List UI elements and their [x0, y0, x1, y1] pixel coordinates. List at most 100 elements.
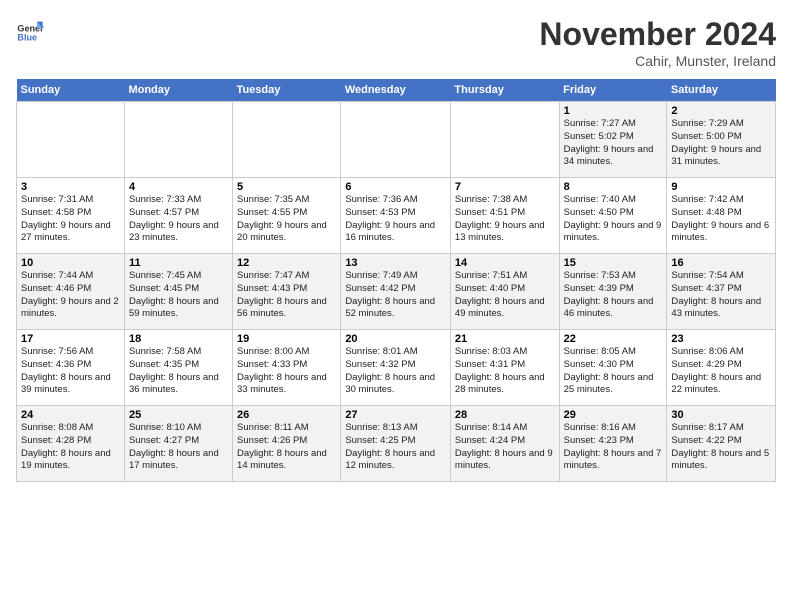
day-number: 18 [129, 333, 228, 345]
day-info: Sunrise: 8:01 AM Sunset: 4:32 PM Dayligh… [345, 346, 446, 397]
day-number: 20 [345, 333, 446, 345]
day-cell: 8Sunrise: 7:40 AM Sunset: 4:50 PM Daylig… [559, 178, 667, 254]
week-row-3: 17Sunrise: 7:56 AM Sunset: 4:36 PM Dayli… [17, 330, 776, 406]
title-block: November 2024 Cahir, Munster, Ireland [539, 16, 776, 69]
day-cell: 20Sunrise: 8:01 AM Sunset: 4:32 PM Dayli… [341, 330, 451, 406]
day-info: Sunrise: 7:38 AM Sunset: 4:51 PM Dayligh… [455, 194, 555, 245]
day-number: 27 [345, 409, 446, 421]
day-info: Sunrise: 7:42 AM Sunset: 4:48 PM Dayligh… [671, 194, 771, 245]
day-cell: 12Sunrise: 7:47 AM Sunset: 4:43 PM Dayli… [233, 254, 341, 330]
day-info: Sunrise: 8:13 AM Sunset: 4:25 PM Dayligh… [345, 422, 446, 473]
svg-text:Blue: Blue [17, 33, 37, 43]
col-friday: Friday [559, 79, 667, 102]
day-number: 25 [129, 409, 228, 421]
day-cell [233, 102, 341, 178]
day-number: 19 [237, 333, 336, 345]
day-number: 13 [345, 257, 446, 269]
logo: General Blue [16, 16, 44, 44]
day-cell [450, 102, 559, 178]
day-info: Sunrise: 8:05 AM Sunset: 4:30 PM Dayligh… [564, 346, 663, 397]
day-number: 1 [564, 105, 663, 117]
day-number: 4 [129, 181, 228, 193]
week-row-1: 3Sunrise: 7:31 AM Sunset: 4:58 PM Daylig… [17, 178, 776, 254]
day-cell: 13Sunrise: 7:49 AM Sunset: 4:42 PM Dayli… [341, 254, 451, 330]
day-cell: 3Sunrise: 7:31 AM Sunset: 4:58 PM Daylig… [17, 178, 125, 254]
day-number: 30 [671, 409, 771, 421]
day-info: Sunrise: 7:40 AM Sunset: 4:50 PM Dayligh… [564, 194, 663, 245]
day-info: Sunrise: 7:27 AM Sunset: 5:02 PM Dayligh… [564, 118, 663, 169]
main-title: November 2024 [539, 16, 776, 53]
day-info: Sunrise: 7:33 AM Sunset: 4:57 PM Dayligh… [129, 194, 228, 245]
day-info: Sunrise: 8:16 AM Sunset: 4:23 PM Dayligh… [564, 422, 663, 473]
day-cell: 15Sunrise: 7:53 AM Sunset: 4:39 PM Dayli… [559, 254, 667, 330]
day-info: Sunrise: 7:45 AM Sunset: 4:45 PM Dayligh… [129, 270, 228, 321]
day-info: Sunrise: 7:58 AM Sunset: 4:35 PM Dayligh… [129, 346, 228, 397]
day-cell: 1Sunrise: 7:27 AM Sunset: 5:02 PM Daylig… [559, 102, 667, 178]
day-info: Sunrise: 7:51 AM Sunset: 4:40 PM Dayligh… [455, 270, 555, 321]
day-info: Sunrise: 8:11 AM Sunset: 4:26 PM Dayligh… [237, 422, 336, 473]
day-number: 16 [671, 257, 771, 269]
day-cell [124, 102, 232, 178]
day-info: Sunrise: 8:14 AM Sunset: 4:24 PM Dayligh… [455, 422, 555, 473]
day-cell: 25Sunrise: 8:10 AM Sunset: 4:27 PM Dayli… [124, 406, 232, 482]
day-cell: 4Sunrise: 7:33 AM Sunset: 4:57 PM Daylig… [124, 178, 232, 254]
day-cell: 24Sunrise: 8:08 AM Sunset: 4:28 PM Dayli… [17, 406, 125, 482]
day-cell: 30Sunrise: 8:17 AM Sunset: 4:22 PM Dayli… [667, 406, 776, 482]
day-number: 7 [455, 181, 555, 193]
day-cell: 17Sunrise: 7:56 AM Sunset: 4:36 PM Dayli… [17, 330, 125, 406]
day-info: Sunrise: 7:44 AM Sunset: 4:46 PM Dayligh… [21, 270, 120, 321]
day-info: Sunrise: 7:47 AM Sunset: 4:43 PM Dayligh… [237, 270, 336, 321]
day-info: Sunrise: 8:17 AM Sunset: 4:22 PM Dayligh… [671, 422, 771, 473]
day-cell: 16Sunrise: 7:54 AM Sunset: 4:37 PM Dayli… [667, 254, 776, 330]
day-number: 26 [237, 409, 336, 421]
day-cell: 9Sunrise: 7:42 AM Sunset: 4:48 PM Daylig… [667, 178, 776, 254]
header-row: Sunday Monday Tuesday Wednesday Thursday… [17, 79, 776, 102]
day-info: Sunrise: 8:08 AM Sunset: 4:28 PM Dayligh… [21, 422, 120, 473]
header: General Blue November 2024 Cahir, Munste… [16, 16, 776, 69]
week-row-4: 24Sunrise: 8:08 AM Sunset: 4:28 PM Dayli… [17, 406, 776, 482]
col-sunday: Sunday [17, 79, 125, 102]
day-cell [17, 102, 125, 178]
day-info: Sunrise: 7:31 AM Sunset: 4:58 PM Dayligh… [21, 194, 120, 245]
day-cell [341, 102, 451, 178]
day-cell: 21Sunrise: 8:03 AM Sunset: 4:31 PM Dayli… [450, 330, 559, 406]
day-number: 21 [455, 333, 555, 345]
day-info: Sunrise: 8:03 AM Sunset: 4:31 PM Dayligh… [455, 346, 555, 397]
day-cell: 29Sunrise: 8:16 AM Sunset: 4:23 PM Dayli… [559, 406, 667, 482]
day-number: 9 [671, 181, 771, 193]
day-number: 17 [21, 333, 120, 345]
day-cell: 26Sunrise: 8:11 AM Sunset: 4:26 PM Dayli… [233, 406, 341, 482]
day-number: 2 [671, 105, 771, 117]
day-number: 8 [564, 181, 663, 193]
day-cell: 18Sunrise: 7:58 AM Sunset: 4:35 PM Dayli… [124, 330, 232, 406]
day-cell: 19Sunrise: 8:00 AM Sunset: 4:33 PM Dayli… [233, 330, 341, 406]
page: General Blue November 2024 Cahir, Munste… [0, 0, 792, 612]
day-info: Sunrise: 7:29 AM Sunset: 5:00 PM Dayligh… [671, 118, 771, 169]
day-number: 14 [455, 257, 555, 269]
day-number: 23 [671, 333, 771, 345]
day-cell: 11Sunrise: 7:45 AM Sunset: 4:45 PM Dayli… [124, 254, 232, 330]
day-info: Sunrise: 7:49 AM Sunset: 4:42 PM Dayligh… [345, 270, 446, 321]
day-cell: 7Sunrise: 7:38 AM Sunset: 4:51 PM Daylig… [450, 178, 559, 254]
day-info: Sunrise: 7:35 AM Sunset: 4:55 PM Dayligh… [237, 194, 336, 245]
calendar-table: Sunday Monday Tuesday Wednesday Thursday… [16, 79, 776, 482]
day-cell: 6Sunrise: 7:36 AM Sunset: 4:53 PM Daylig… [341, 178, 451, 254]
day-number: 5 [237, 181, 336, 193]
logo-icon: General Blue [16, 16, 44, 44]
day-number: 6 [345, 181, 446, 193]
day-info: Sunrise: 7:56 AM Sunset: 4:36 PM Dayligh… [21, 346, 120, 397]
day-cell: 2Sunrise: 7:29 AM Sunset: 5:00 PM Daylig… [667, 102, 776, 178]
day-info: Sunrise: 7:54 AM Sunset: 4:37 PM Dayligh… [671, 270, 771, 321]
day-cell: 23Sunrise: 8:06 AM Sunset: 4:29 PM Dayli… [667, 330, 776, 406]
col-saturday: Saturday [667, 79, 776, 102]
col-thursday: Thursday [450, 79, 559, 102]
day-info: Sunrise: 8:06 AM Sunset: 4:29 PM Dayligh… [671, 346, 771, 397]
day-number: 29 [564, 409, 663, 421]
week-row-2: 10Sunrise: 7:44 AM Sunset: 4:46 PM Dayli… [17, 254, 776, 330]
day-number: 15 [564, 257, 663, 269]
day-number: 24 [21, 409, 120, 421]
day-cell: 10Sunrise: 7:44 AM Sunset: 4:46 PM Dayli… [17, 254, 125, 330]
day-cell: 14Sunrise: 7:51 AM Sunset: 4:40 PM Dayli… [450, 254, 559, 330]
day-cell: 27Sunrise: 8:13 AM Sunset: 4:25 PM Dayli… [341, 406, 451, 482]
day-number: 11 [129, 257, 228, 269]
